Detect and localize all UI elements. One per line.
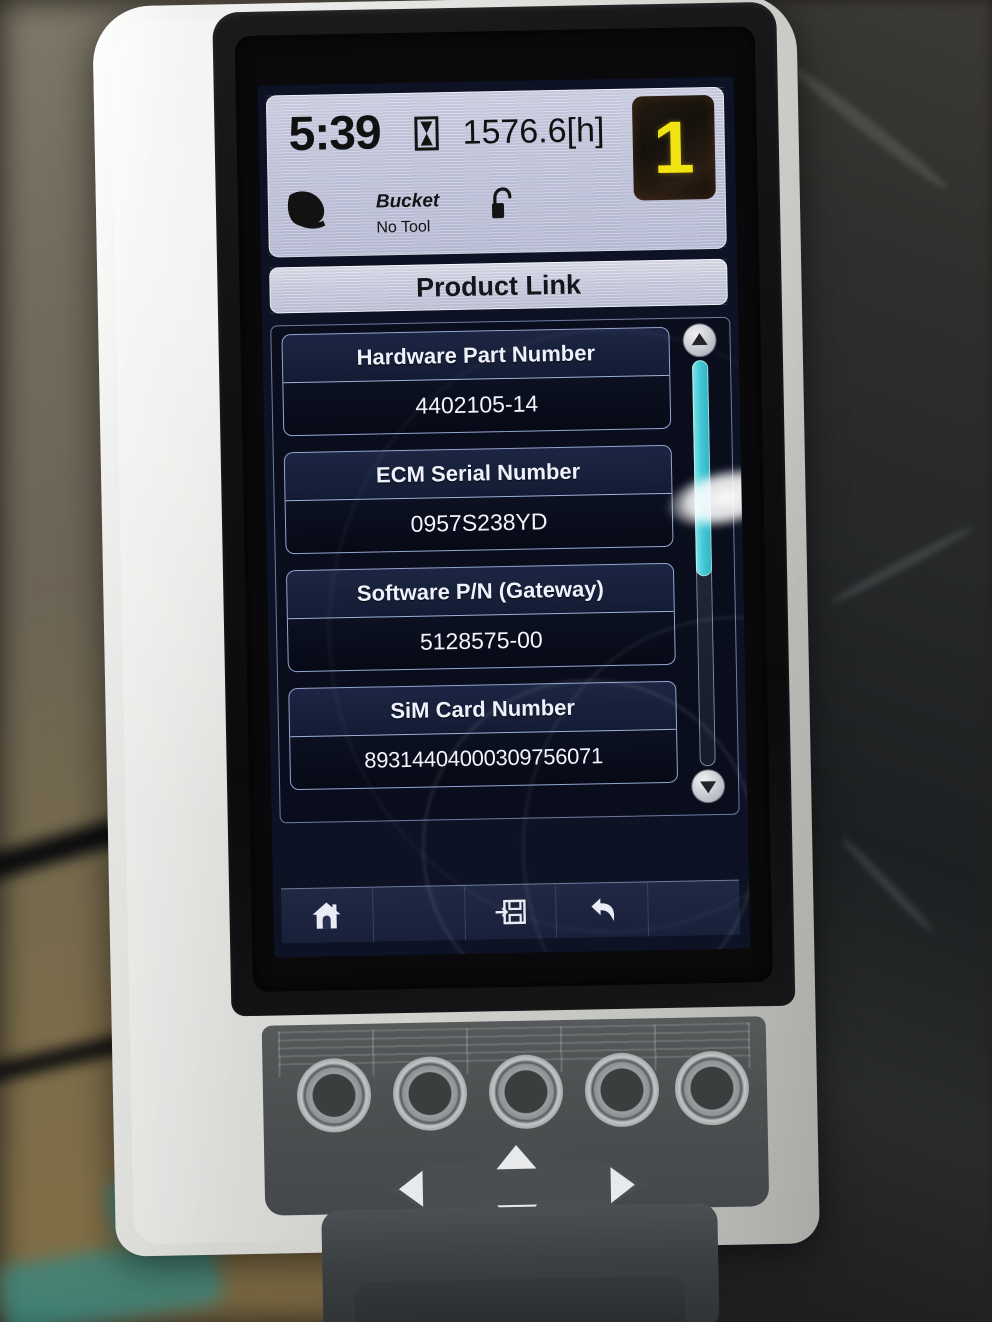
hourglass-icon	[414, 116, 439, 151]
scrollbar-thumb[interactable]	[691, 360, 713, 577]
toolbar-empty-slot[interactable]	[372, 885, 466, 942]
list-item-value: 4402105-14	[415, 390, 539, 419]
list-item-label: Software P/N (Gateway)	[356, 576, 605, 606]
physical-keypad	[261, 1016, 770, 1216]
clock: 5:39	[288, 106, 382, 162]
tool-name: Bucket	[375, 190, 440, 213]
lcd-screen[interactable]: 5:39 1576.6[h] Bucket No Tool 1 Product …	[257, 76, 751, 958]
toolbar-back-button[interactable]	[556, 882, 650, 939]
list-item-value: 5128575-00	[419, 626, 543, 655]
list-item-value: 89314404000309756071	[364, 743, 604, 773]
dpad-up-icon[interactable]	[496, 1144, 537, 1170]
photo-scene: 5:39 1576.6[h] Bucket No Tool 1 Product …	[0, 0, 992, 1322]
list-item-label: SiM Card Number	[390, 694, 576, 724]
dpad-left-icon[interactable]	[398, 1170, 424, 1208]
scroll-up-icon[interactable]	[683, 323, 716, 357]
list-item-label: Hardware Part Number	[356, 340, 596, 370]
machine-monitor: 5:39 1576.6[h] Bucket No Tool 1 Product …	[84, 0, 828, 1322]
softkey-2[interactable]	[392, 1055, 468, 1132]
list-item[interactable]: ECM Serial Number 0957S238YD	[283, 444, 674, 555]
save-icon	[495, 899, 526, 925]
softkey-4[interactable]	[584, 1052, 660, 1128]
tool-status: No Tool	[376, 218, 431, 237]
power-mode-value: 1	[652, 105, 696, 190]
screen-title-bar: Product Link	[269, 258, 728, 314]
monitor-mount-base	[354, 1275, 687, 1322]
toolbar-home-button[interactable]	[281, 887, 374, 944]
softkey-5[interactable]	[674, 1050, 750, 1126]
bottom-toolbar	[281, 879, 741, 944]
home-icon	[312, 902, 341, 929]
status-bar: 5:39 1576.6[h] Bucket No Tool 1	[265, 86, 727, 258]
product-link-list-panel: Hardware Part Number 4402105-14 ECM Seri…	[270, 316, 740, 824]
list-item[interactable]: Hardware Part Number 4402105-14	[281, 326, 672, 437]
service-meter-hours: 1576.6[h]	[462, 111, 605, 152]
list-item-label: ECM Serial Number	[375, 458, 581, 488]
power-mode-badge: 1	[631, 94, 716, 201]
list-items: Hardware Part Number 4402105-14 ECM Seri…	[281, 326, 679, 806]
list-item[interactable]: Software P/N (Gateway) 5128575-00	[285, 562, 676, 673]
toolbar-empty-slot-2[interactable]	[648, 881, 740, 937]
bucket-icon	[287, 191, 326, 229]
list-item[interactable]: SiM Card Number 89314404000309756071	[288, 680, 679, 791]
scroll-down-icon[interactable]	[691, 769, 725, 803]
toolbar-save-button[interactable]	[464, 884, 558, 940]
list-item-value: 0957S238YD	[410, 508, 548, 537]
unlock-icon	[491, 187, 512, 219]
dpad-right-icon[interactable]	[610, 1166, 636, 1204]
softkey-3[interactable]	[488, 1054, 564, 1130]
scrollbar[interactable]	[679, 323, 728, 803]
page-title: Product Link	[415, 269, 582, 303]
softkey-1[interactable]	[296, 1057, 372, 1134]
back-icon	[591, 898, 614, 922]
